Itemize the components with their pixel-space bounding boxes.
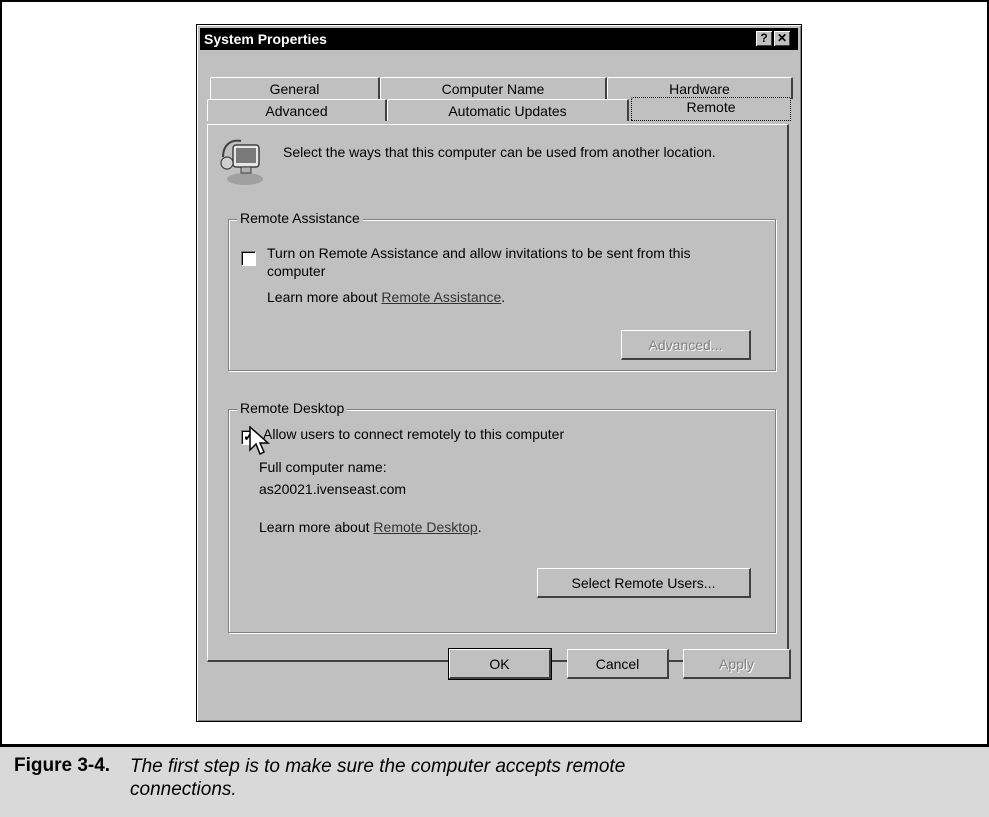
tab-general[interactable]: General bbox=[210, 77, 380, 99]
tab-hardware[interactable]: Hardware bbox=[607, 77, 793, 99]
tab-remote[interactable]: Remote bbox=[631, 97, 791, 121]
full-computer-name-label: Full computer name: bbox=[259, 459, 387, 475]
close-button[interactable]: ✕ bbox=[774, 31, 790, 46]
select-remote-users-button[interactable]: Select Remote Users... bbox=[537, 568, 751, 598]
learn-more-suffix: . bbox=[501, 289, 506, 305]
remote-assistance-group-title: Remote Assistance bbox=[237, 210, 363, 226]
tab-automatic-updates[interactable]: Automatic Updates bbox=[387, 99, 629, 121]
remote-desktop-link[interactable]: Remote Desktop bbox=[373, 519, 477, 535]
remote-assistance-checkbox-label: Turn on Remote Assistance and allow invi… bbox=[267, 245, 691, 261]
mouse-pointer-icon bbox=[249, 426, 270, 456]
help-button[interactable]: ? bbox=[756, 31, 772, 46]
title-bar: System Properties ? ✕ bbox=[200, 28, 798, 50]
learn-more-prefix: Learn more about bbox=[259, 519, 370, 535]
remote-assistance-link[interactable]: Remote Assistance bbox=[381, 289, 501, 305]
dialog-title: System Properties bbox=[204, 31, 327, 47]
apply-button[interactable]: Apply bbox=[683, 649, 791, 679]
tab-advanced[interactable]: Advanced bbox=[207, 99, 387, 121]
remote-desktop-checkbox-label: Allow users to connect remotely to this … bbox=[263, 426, 565, 442]
full-computer-name-value: as20021.ivenseast.com bbox=[259, 481, 407, 497]
remote-assistance-checkbox[interactable] bbox=[241, 251, 256, 266]
figure-caption-text: The first step is to make sure the compu… bbox=[130, 756, 626, 800]
remote-desktop-learn-more: Learn more about Remote Desktop. bbox=[259, 519, 482, 535]
cancel-button[interactable]: Cancel bbox=[567, 649, 669, 679]
figure-caption-bar: Figure 3-4. The first step is to make su… bbox=[0, 744, 989, 817]
system-properties-dialog: System Properties ? ✕ General Computer N… bbox=[196, 24, 802, 722]
remote-desktop-group-title: Remote Desktop bbox=[237, 400, 348, 416]
intro-text: Select the ways that this computer can b… bbox=[283, 144, 716, 160]
learn-more-prefix: Learn more about bbox=[267, 289, 378, 305]
advanced-button[interactable]: Advanced... bbox=[621, 330, 751, 360]
learn-more-suffix: . bbox=[477, 519, 482, 535]
remote-assistance-learn-more: Learn more about Remote Assistance. bbox=[267, 289, 505, 305]
computer-network-icon bbox=[220, 139, 263, 185]
ok-button[interactable]: OK bbox=[448, 648, 552, 680]
remote-assistance-checkbox-label-line2: computer bbox=[267, 263, 326, 279]
tab-computer-name[interactable]: Computer Name bbox=[380, 77, 607, 99]
figure-label: Figure 3-4. bbox=[14, 755, 111, 776]
